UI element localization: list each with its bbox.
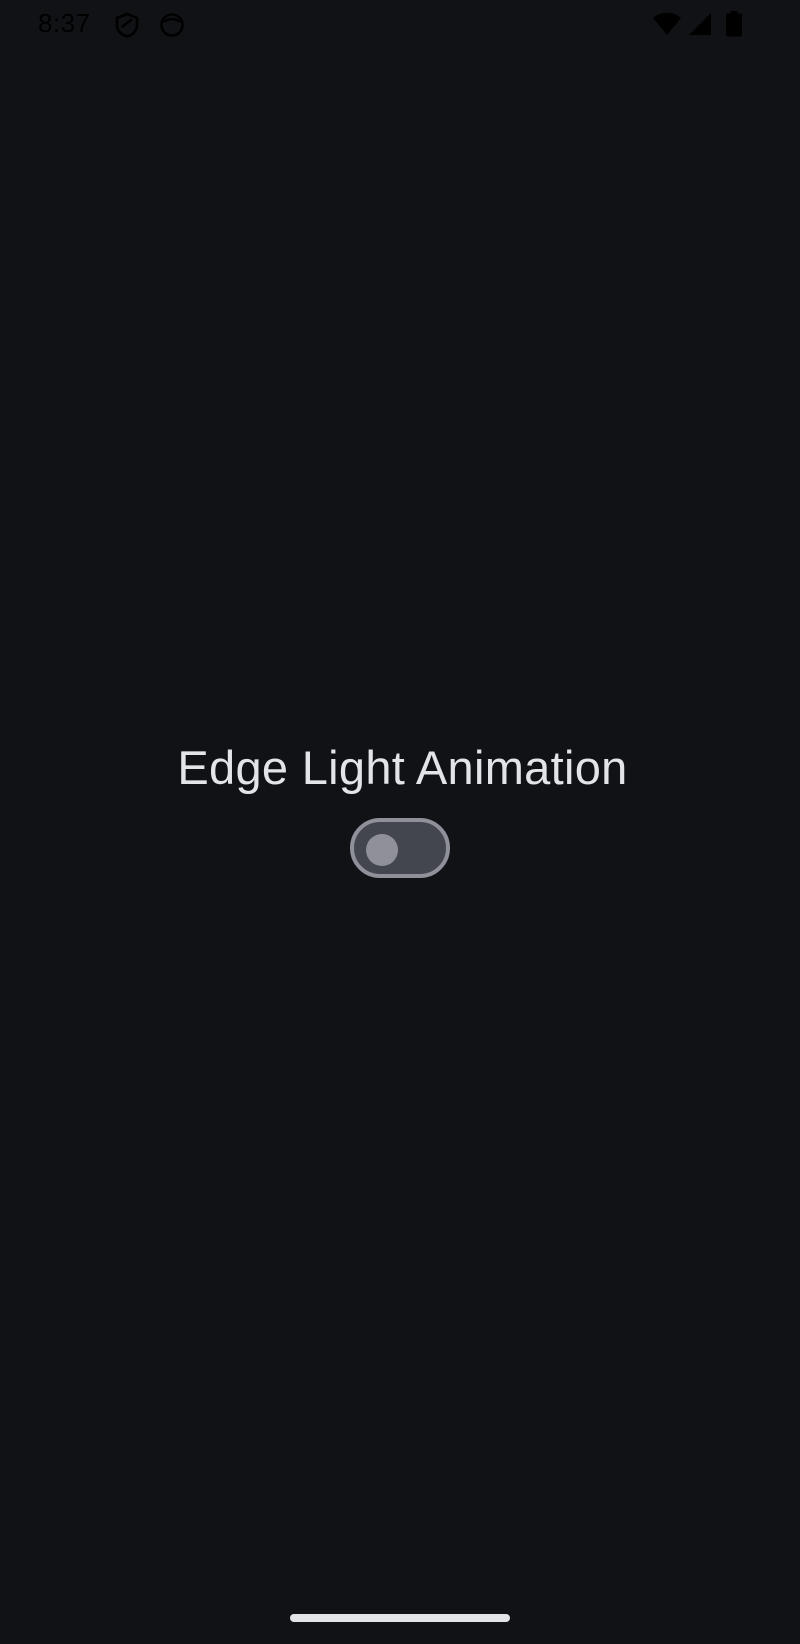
- main-content: Edge Light Animation: [0, 740, 800, 878]
- page-title: Edge Light Animation: [177, 741, 628, 794]
- status-bar: 8:37: [0, 0, 800, 50]
- edge-light-animation-toggle[interactable]: [350, 818, 450, 878]
- cellular-signal-icon: [688, 11, 712, 37]
- face-icon: [159, 12, 185, 38]
- toggle-thumb: [366, 834, 398, 866]
- wifi-icon: [652, 11, 682, 37]
- battery-icon: [726, 11, 742, 37]
- gesture-navigation-bar[interactable]: [290, 1614, 510, 1622]
- shield-icon: [114, 12, 140, 38]
- status-time: 8:37: [38, 8, 91, 38]
